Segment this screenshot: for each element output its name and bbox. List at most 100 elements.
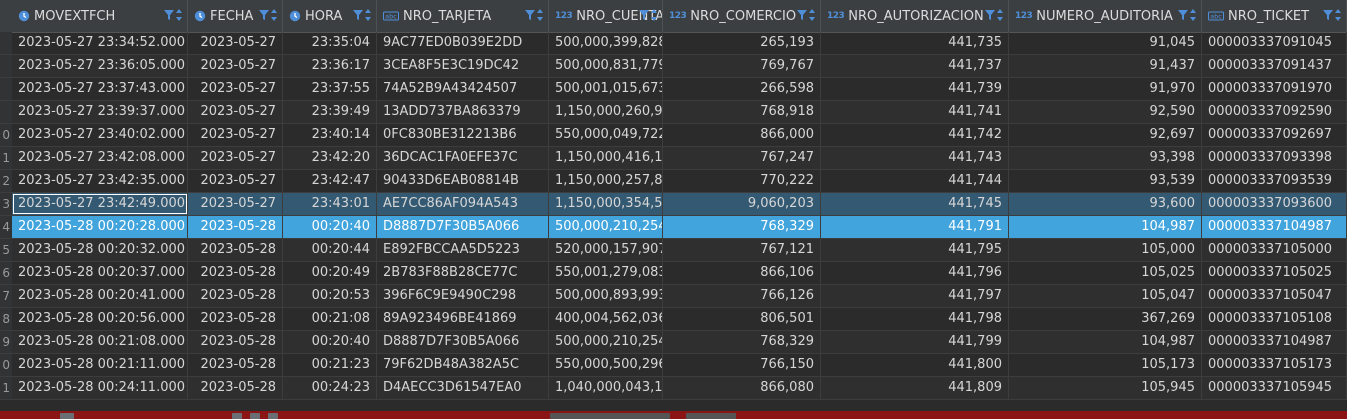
row-number[interactable]: 3: [0, 193, 12, 215]
table-cell[interactable]: 2023-05-27: [188, 78, 283, 100]
table-cell[interactable]: 2023-05-27 23:37:43.000: [12, 78, 188, 100]
row-number[interactable]: [0, 78, 12, 100]
table-cell[interactable]: 3CEA8F5E3C19DC42: [377, 55, 549, 77]
table-cell[interactable]: 000003337105945: [1202, 377, 1347, 399]
table-cell[interactable]: 2023-05-28: [188, 216, 283, 238]
table-cell[interactable]: 105,173: [1009, 354, 1202, 376]
table-cell[interactable]: 441,809: [821, 377, 1009, 399]
row-number[interactable]: [0, 101, 12, 123]
table-cell[interactable]: 768,329: [663, 216, 821, 238]
row-number[interactable]: [0, 55, 12, 77]
table-cell[interactable]: 1,150,000,354,526: [549, 193, 663, 215]
table-cell[interactable]: 23:40:14: [283, 124, 377, 146]
table-cell[interactable]: 2023-05-28: [188, 331, 283, 353]
sort-icon[interactable]: [270, 8, 278, 22]
table-cell[interactable]: 00:24:23: [283, 377, 377, 399]
table-cell[interactable]: 00:21:08: [283, 308, 377, 330]
table-cell[interactable]: 500,000,831,779: [549, 55, 663, 77]
table-cell[interactable]: 2023-05-27 23:42:49.000: [12, 193, 188, 215]
table-cell[interactable]: AE7CC86AF094A543: [377, 193, 549, 215]
table-cell[interactable]: 441,742: [821, 124, 1009, 146]
table-cell[interactable]: 79F62DB48A382A5C: [377, 354, 549, 376]
table-cell[interactable]: 92,697: [1009, 124, 1202, 146]
row-number[interactable]: 2: [0, 170, 12, 192]
table-cell[interactable]: 23:42:47: [283, 170, 377, 192]
table-cell[interactable]: 000003337105025: [1202, 262, 1347, 284]
table-cell[interactable]: 23:35:04: [283, 32, 377, 54]
table-cell[interactable]: 23:39:49: [283, 101, 377, 123]
table-row[interactable]: 6 2023-05-28 00:20:37.000 2023-05-28 00:20:…: [0, 262, 1347, 285]
table-cell[interactable]: 000003337105108: [1202, 308, 1347, 330]
row-number[interactable]: 0: [0, 354, 12, 376]
table-cell[interactable]: 00:20:44: [283, 239, 377, 261]
table-cell[interactable]: 769,767: [663, 55, 821, 77]
table-cell[interactable]: 2B783F88B28CE77C: [377, 262, 549, 284]
table-cell[interactable]: 2023-05-28 00:20:41.000: [12, 285, 188, 307]
table-row[interactable]: 2023-05-27 23:39:37.000 2023-05-27 23:39:4…: [0, 101, 1347, 124]
table-cell[interactable]: 23:43:01: [283, 193, 377, 215]
table-cell[interactable]: 0FC830BE312213B6: [377, 124, 549, 146]
table-cell[interactable]: 441,799: [821, 331, 1009, 353]
table-cell[interactable]: 441,744: [821, 170, 1009, 192]
table-cell[interactable]: 396F6C9E9490C298: [377, 285, 549, 307]
table-cell[interactable]: 500,000,210,254: [549, 331, 663, 353]
table-cell[interactable]: 767,121: [663, 239, 821, 261]
column-header-nro-autorizacion[interactable]: 123 NRO_AUTORIZACION: [821, 0, 1009, 32]
table-row[interactable]: 1 2023-05-28 00:24:11.000 2023-05-28 00:24:…: [0, 377, 1347, 400]
table-cell[interactable]: 23:37:55: [283, 78, 377, 100]
table-cell[interactable]: 00:20:40: [283, 216, 377, 238]
sort-icon[interactable]: [364, 8, 372, 22]
table-cell[interactable]: 23:36:17: [283, 55, 377, 77]
filter-icon[interactable]: [985, 8, 995, 22]
table-cell[interactable]: 2023-05-28 00:24:11.000: [12, 377, 188, 399]
filter-icon[interactable]: [797, 8, 807, 22]
table-cell[interactable]: 500,000,210,254: [549, 216, 663, 238]
table-cell[interactable]: 1,040,000,043,185: [549, 377, 663, 399]
table-cell[interactable]: 000003337092697: [1202, 124, 1347, 146]
table-cell[interactable]: 105,025: [1009, 262, 1202, 284]
table-cell[interactable]: D8887D7F30B5A066: [377, 216, 549, 238]
table-cell[interactable]: 500,001,015,673: [549, 78, 663, 100]
filter-icon[interactable]: [164, 8, 174, 22]
table-cell[interactable]: 2023-05-27 23:42:08.000: [12, 147, 188, 169]
table-cell[interactable]: 806,501: [663, 308, 821, 330]
table-cell[interactable]: 000003337105047: [1202, 285, 1347, 307]
table-cell[interactable]: 000003337105173: [1202, 354, 1347, 376]
filter-icon[interactable]: [259, 8, 269, 22]
table-row[interactable]: 9 2023-05-28 00:21:08.000 2023-05-28 00:20:…: [0, 331, 1347, 354]
table-cell[interactable]: 766,150: [663, 354, 821, 376]
sort-icon[interactable]: [650, 8, 658, 22]
table-cell[interactable]: 441,737: [821, 55, 1009, 77]
table-row[interactable]: 3 2023-05-27 23:42:49.000 2023-05-27 23:43:…: [0, 193, 1347, 216]
table-cell[interactable]: 2023-05-28 00:20:32.000: [12, 239, 188, 261]
table-cell[interactable]: 00:20:49: [283, 262, 377, 284]
column-header-nro-ticket[interactable]: abc NRO_TICKET: [1202, 0, 1347, 32]
table-cell[interactable]: 2023-05-27: [188, 55, 283, 77]
table-cell[interactable]: 2023-05-28 00:20:28.000: [12, 216, 188, 238]
table-cell[interactable]: 000003337104987: [1202, 331, 1347, 353]
table-cell[interactable]: 2023-05-28 00:20:37.000: [12, 262, 188, 284]
table-cell[interactable]: 768,329: [663, 331, 821, 353]
table-row[interactable]: 1 2023-05-27 23:42:08.000 2023-05-27 23:42:…: [0, 147, 1347, 170]
table-cell[interactable]: 000003337105000: [1202, 239, 1347, 261]
table-row[interactable]: 0 2023-05-28 00:21:11.000 2023-05-28 00:21:…: [0, 354, 1347, 377]
table-cell[interactable]: 9,060,203: [663, 193, 821, 215]
table-cell[interactable]: 000003337093539: [1202, 170, 1347, 192]
toolbar-button[interactable]: [268, 413, 278, 419]
table-cell[interactable]: 2023-05-27: [188, 147, 283, 169]
table-cell[interactable]: 13ADD737BA863379: [377, 101, 549, 123]
table-cell[interactable]: 2023-05-28 00:20:56.000: [12, 308, 188, 330]
table-cell[interactable]: 2023-05-28: [188, 262, 283, 284]
row-number[interactable]: 9: [0, 331, 12, 353]
table-cell[interactable]: 91,970: [1009, 78, 1202, 100]
table-cell[interactable]: 441,798: [821, 308, 1009, 330]
sort-icon[interactable]: [996, 8, 1004, 22]
table-cell[interactable]: 23:42:20: [283, 147, 377, 169]
table-cell[interactable]: 500,000,893,993: [549, 285, 663, 307]
sort-icon[interactable]: [536, 8, 544, 22]
filter-icon[interactable]: [1323, 8, 1333, 22]
table-row[interactable]: 0 2023-05-27 23:40:02.000 2023-05-27 23:40:…: [0, 124, 1347, 147]
table-cell[interactable]: 000003337093398: [1202, 147, 1347, 169]
table-cell[interactable]: 92,590: [1009, 101, 1202, 123]
table-row[interactable]: 8 2023-05-28 00:20:56.000 2023-05-28 00:21:…: [0, 308, 1347, 331]
